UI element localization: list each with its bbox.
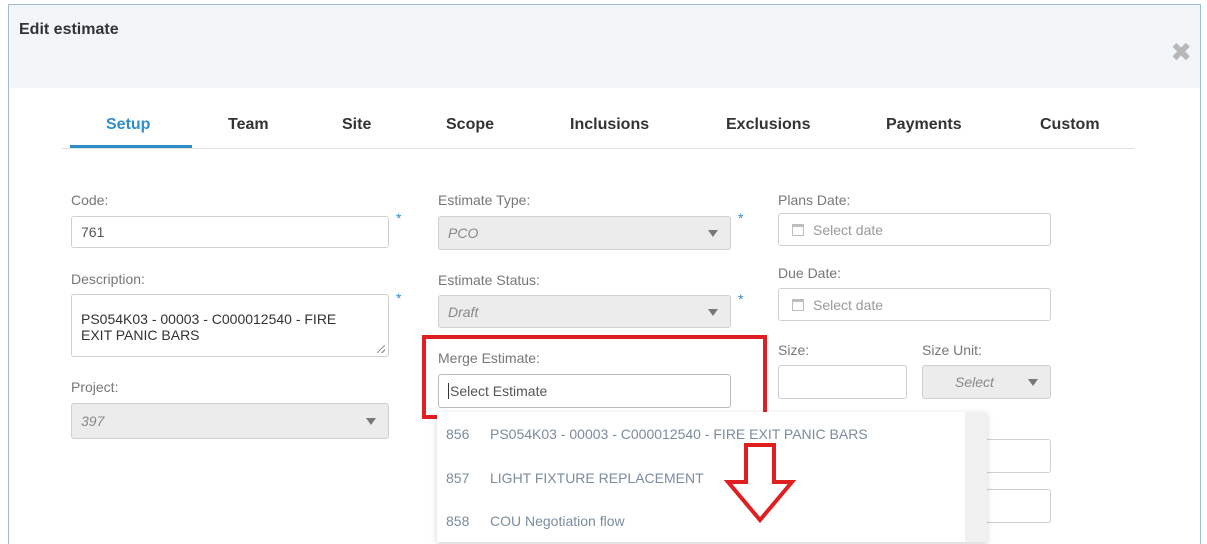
- plans-date-picker[interactable]: Select date: [778, 213, 1051, 246]
- code-input[interactable]: 761: [71, 216, 389, 248]
- resize-grip-icon[interactable]: [377, 345, 385, 353]
- list-item[interactable]: 858 COU Negotiation flow: [446, 513, 625, 529]
- estimate-status-label: Estimate Status:: [438, 272, 540, 288]
- estimate-status-value: Draft: [448, 303, 479, 320]
- estimate-status-required-marker: *: [738, 291, 744, 307]
- chevron-down-icon: [366, 418, 376, 425]
- calendar-icon: [792, 298, 804, 311]
- estimate-number: 857: [446, 470, 470, 486]
- tab-inclusions[interactable]: Inclusions: [570, 116, 649, 134]
- plans-date-label: Plans Date:: [778, 192, 851, 208]
- chevron-down-icon: [708, 308, 718, 316]
- project-select[interactable]: 397: [71, 403, 389, 439]
- active-tab-indicator: [70, 145, 192, 148]
- size-label: Size:: [778, 342, 810, 358]
- list-item[interactable]: 856 PS054K03 - 00003 - C000012540 - FIRE …: [446, 426, 868, 442]
- estimate-type-label: Estimate Type:: [438, 192, 531, 208]
- estimate-text: COU Negotiation flow: [490, 513, 625, 529]
- tab-custom[interactable]: Custom: [1040, 116, 1100, 134]
- tab-setup[interactable]: Setup: [106, 116, 150, 134]
- due-date-placeholder: Select date: [813, 296, 884, 313]
- estimate-type-required-marker: *: [738, 210, 744, 226]
- due-date-label: Due Date:: [778, 265, 842, 281]
- size-unit-value: Select: [955, 374, 994, 390]
- dropdown-scrollbar[interactable]: [965, 412, 987, 542]
- size-input[interactable]: [778, 365, 907, 399]
- size-unit-label: Size Unit:: [922, 342, 982, 358]
- down-arrow-icon: [723, 443, 797, 524]
- tab-payments[interactable]: Payments: [886, 116, 962, 134]
- estimate-text: PS054K03 - 00003 - C000012540 - FIRE EXI…: [490, 426, 868, 442]
- description-required-marker: *: [396, 290, 402, 306]
- estimate-number: 856: [446, 426, 470, 442]
- close-icon[interactable]: ✖: [1170, 39, 1192, 65]
- highlight-box: [422, 335, 767, 419]
- modal-header: Edit estimate ✖: [9, 5, 1200, 88]
- calendar-icon: [792, 223, 804, 236]
- size-unit-select[interactable]: Select: [922, 365, 1051, 399]
- list-item[interactable]: 857 LIGHT FIXTURE REPLACEMENT: [446, 470, 704, 486]
- tab-scope[interactable]: Scope: [446, 116, 494, 134]
- due-date-picker[interactable]: Select date: [778, 288, 1051, 321]
- estimate-type-select[interactable]: PCO: [438, 216, 731, 250]
- project-label: Project:: [71, 379, 119, 395]
- plans-date-placeholder: Select date: [813, 221, 884, 238]
- merge-estimate-dropdown: 856 PS054K03 - 00003 - C000012540 - FIRE …: [437, 412, 987, 542]
- tab-team[interactable]: Team: [228, 116, 269, 134]
- estimate-status-select[interactable]: Draft: [438, 295, 731, 328]
- project-value: 397: [81, 413, 105, 429]
- tab-exclusions[interactable]: Exclusions: [726, 116, 810, 134]
- chevron-down-icon: [1028, 379, 1038, 386]
- code-required-marker: *: [396, 210, 402, 226]
- code-value: 761: [81, 224, 105, 240]
- description-label: Description:: [71, 271, 145, 287]
- description-value: PS054K03 - 00003 - C000012540 - FIRE EXI…: [81, 311, 337, 343]
- estimate-type-value: PCO: [448, 225, 479, 241]
- chevron-down-icon: [708, 230, 718, 237]
- code-label: Code:: [71, 192, 109, 208]
- estimate-text: LIGHT FIXTURE REPLACEMENT: [490, 470, 704, 486]
- estimate-number: 858: [446, 513, 470, 529]
- description-textarea[interactable]: PS054K03 - 00003 - C000012540 - FIRE EXI…: [71, 294, 389, 357]
- tab-bar: Setup Team Site Scope Inclusions Exclusi…: [62, 106, 1134, 149]
- tab-site[interactable]: Site: [342, 116, 371, 134]
- modal-title: Edit estimate: [19, 21, 119, 38]
